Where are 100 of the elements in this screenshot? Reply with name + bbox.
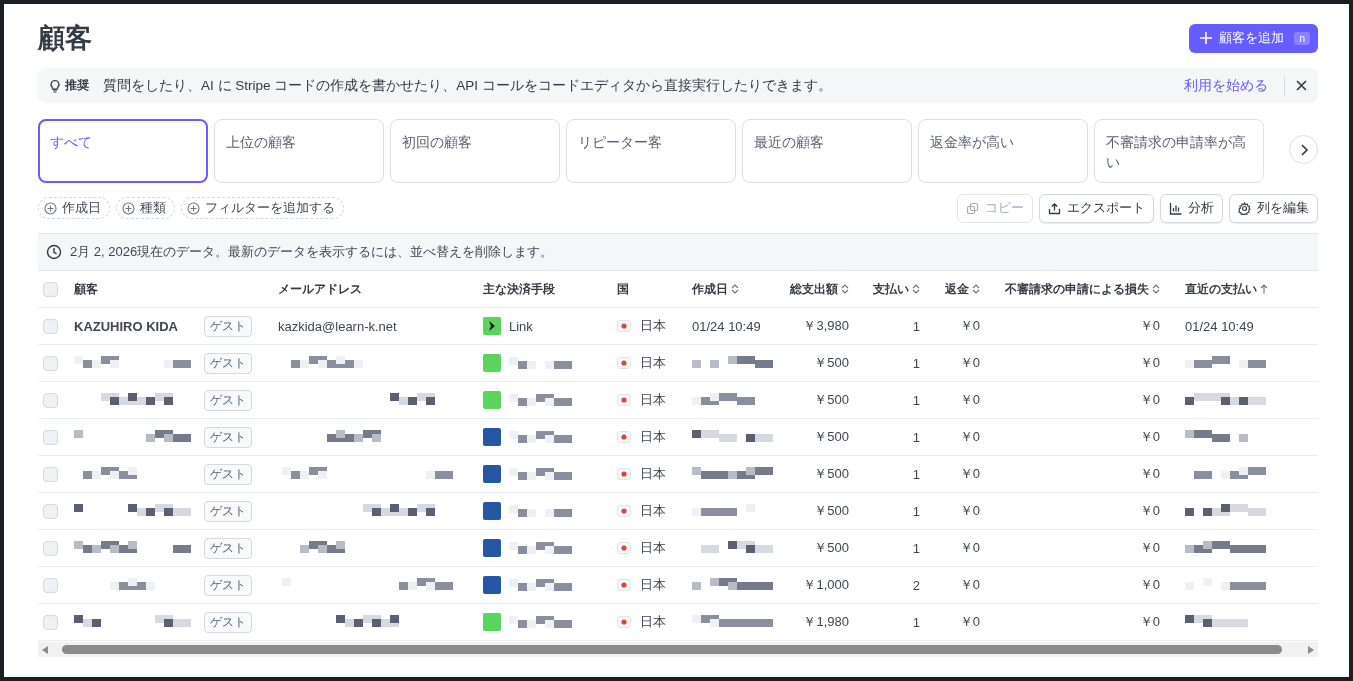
copy-icon (966, 201, 979, 215)
redacted-mosaic (509, 616, 572, 628)
amount-cell-text: ￥500 (813, 391, 850, 409)
country-cell: 日本 (640, 317, 666, 335)
plus-circle-icon (187, 201, 200, 215)
count-cell-text: 1 (911, 614, 921, 630)
sort-icon (972, 284, 980, 294)
amount-cell-text: ￥0 (1138, 391, 1161, 409)
redacted-mosaic (390, 393, 435, 405)
flag-icon (617, 542, 631, 554)
sort-ascending-icon (1260, 284, 1268, 294)
redacted-mosaic (692, 393, 755, 405)
customer-name[interactable]: KAZUHIRO KIDA (62, 318, 195, 334)
toolbar-button[interactable]: 分析 (1160, 193, 1223, 223)
get-started-link[interactable]: 利用を始める (1184, 76, 1268, 95)
horizontal-scrollbar[interactable] (38, 642, 1318, 657)
shortcut-key: n (1294, 31, 1310, 45)
filter-tab[interactable]: リピーター客 (566, 119, 736, 183)
amount-cell-text: ￥0 (1138, 317, 1161, 335)
banner-message: 質問をしたり、AI に Stripe コードの作成を書かせたり、API コールをコードエディタから直接実行したりできます。 (103, 76, 833, 95)
guest-tag: ゲスト (204, 389, 252, 411)
row-checkbox[interactable] (43, 355, 58, 371)
country-cell: 日本 (640, 354, 666, 372)
filter-tab[interactable]: 不審請求の申請率が高い (1094, 119, 1264, 183)
guest-tag: ゲスト (204, 352, 252, 374)
column-header: メールアドレス (278, 280, 362, 298)
redacted-mosaic (509, 505, 572, 517)
scroll-left-icon (42, 645, 48, 654)
plus-circle-icon (44, 201, 57, 215)
redacted-mosaic (509, 394, 572, 406)
filter-tab[interactable]: 上位の顧客 (214, 119, 384, 183)
amount-cell-text: ￥3,980 (802, 317, 850, 335)
redacted-mosaic (509, 357, 572, 369)
redacted-mosaic (101, 393, 173, 405)
column-header[interactable]: 返金 (945, 280, 969, 298)
amount-cell-text: ￥0 (958, 502, 981, 520)
redacted-mosaic (509, 468, 572, 480)
row-checkbox[interactable] (43, 466, 58, 482)
redacted-mosaic (83, 467, 137, 479)
country-cell: 日本 (640, 465, 666, 483)
page-title: 顧客 (38, 22, 92, 55)
flag-icon (617, 468, 631, 480)
amount-cell-text: ￥0 (1138, 502, 1161, 520)
redacted-mosaic (363, 504, 435, 516)
row-checkbox[interactable] (43, 429, 58, 445)
filter-chip[interactable]: 作成日 (38, 197, 110, 219)
column-header[interactable]: 直近の支払い (1185, 280, 1257, 298)
row-checkbox[interactable] (43, 614, 58, 630)
lightbulb-icon (48, 78, 62, 93)
column-header: 主な決済手段 (483, 280, 555, 298)
sort-icon (731, 284, 739, 294)
row-checkbox[interactable] (43, 503, 58, 519)
row-checkbox[interactable] (43, 392, 58, 408)
column-header[interactable]: 支払い (873, 280, 909, 298)
redacted-mosaic (110, 578, 155, 590)
amount-cell-text: ￥0 (958, 354, 981, 372)
toolbar-button[interactable]: エクスポート (1039, 193, 1154, 223)
close-icon[interactable] (1295, 79, 1308, 92)
email-cell-text: kazkida@learn-k.net (277, 318, 398, 334)
column-header[interactable]: 作成日 (692, 280, 728, 298)
flag-icon (617, 431, 631, 443)
redacted-mosaic (336, 615, 399, 627)
amount-cell-text: ￥0 (1138, 539, 1161, 557)
amount-cell-text: ￥1,980 (802, 613, 850, 631)
next-tabs-button[interactable] (1289, 135, 1318, 164)
filter-tab[interactable]: 返金率が高い (918, 119, 1088, 183)
count-cell-text: 1 (911, 503, 921, 519)
export-icon (1048, 201, 1061, 215)
amount-cell-text: ￥0 (1138, 465, 1161, 483)
country-cell: 日本 (640, 539, 666, 557)
count-cell-text: 1 (911, 429, 921, 445)
filter-chip[interactable]: 種類 (116, 197, 175, 219)
row-checkbox[interactable] (43, 540, 58, 556)
sort-icon (1152, 284, 1160, 294)
amount-cell-text: ￥1,000 (802, 576, 850, 594)
settings-icon (1238, 201, 1251, 215)
filter-tab[interactable]: 最近の顧客 (742, 119, 912, 183)
country-cell: 日本 (640, 613, 666, 631)
date-cell-text: 01/24 10:49 (691, 318, 762, 334)
filter-tab[interactable]: すべて (38, 119, 208, 183)
column-header: 国 (617, 280, 629, 298)
redacted-mosaic (692, 504, 755, 516)
data-notice: 2月 2, 2026現在のデータ。最新のデータを表示するには、並べ替えを削除します。 (70, 243, 554, 261)
redacted-mosaic (1185, 615, 1248, 627)
add-customer-button[interactable]: 顧客を追加 n (1189, 23, 1318, 53)
flag-icon (617, 357, 631, 369)
guest-tag: ゲスト (204, 574, 252, 596)
row-checkbox[interactable] (43, 577, 58, 593)
amount-cell-text: ￥0 (958, 613, 981, 631)
toolbar-button[interactable]: 列を編集 (1229, 193, 1318, 223)
column-header[interactable]: 不審請求の申請による損失 (1005, 280, 1149, 298)
filter-chip[interactable]: フィルターを追加する (181, 197, 344, 219)
select-all-checkbox[interactable] (43, 281, 58, 297)
amount-cell-text: ￥0 (1138, 354, 1161, 372)
amount-cell-text: ￥500 (813, 428, 850, 446)
amount-cell-text: ￥0 (958, 428, 981, 446)
column-header[interactable]: 総支出額 (790, 280, 838, 298)
redacted-mosaic (509, 431, 572, 443)
row-checkbox[interactable] (43, 318, 58, 334)
filter-tab[interactable]: 初回の顧客 (390, 119, 560, 183)
